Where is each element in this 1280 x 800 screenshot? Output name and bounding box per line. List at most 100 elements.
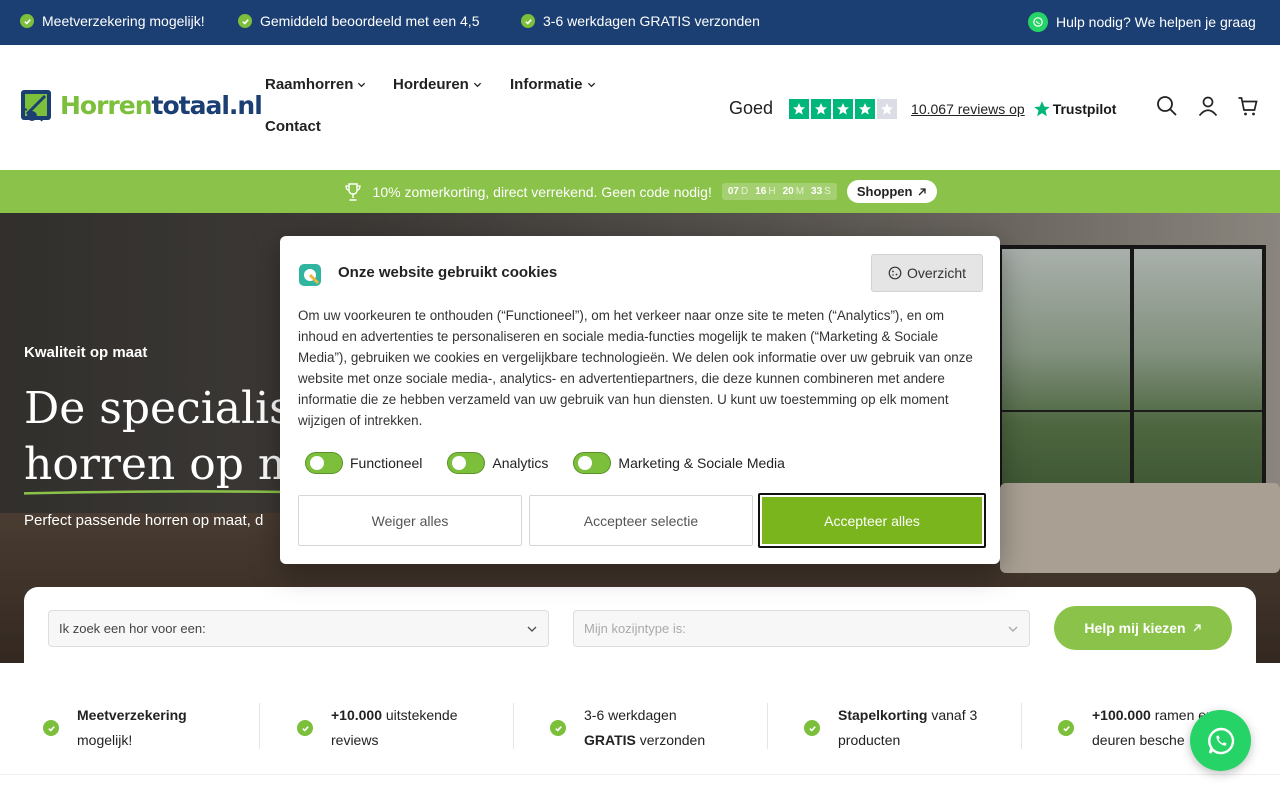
logo-text: Horrentotaal.nl — [60, 90, 263, 120]
countdown-timer: 07 D 16 H 20 M 33 S — [721, 183, 837, 200]
trophy-icon — [344, 182, 361, 201]
usp-item: +10.000 uitstekende reviews — [297, 703, 458, 753]
nav-contact-label: Contact — [265, 118, 321, 135]
toggle-marketing-group: Marketing & Sociale Media — [573, 452, 785, 474]
product-finder: Ik zoek een hor voor een: Mijn kozijntyp… — [24, 587, 1256, 663]
arrow-up-right-icon — [1193, 624, 1201, 632]
usp-item: Meetverzekering mogelijk! — [43, 703, 187, 753]
help-me-choose-button[interactable]: Help mij kiezen — [1054, 606, 1232, 650]
countdown-days: 07 D — [727, 186, 749, 197]
usp-row: Meetverzekering mogelijk! +10.000 uitstek… — [0, 663, 1280, 775]
cart-icon[interactable] — [1237, 95, 1259, 117]
trustpilot-reviews-link[interactable]: 10.067 reviews op — [911, 101, 1025, 117]
site-header: Horrentotaal.nl Raamhorren Hordeuren Inf… — [0, 45, 1280, 170]
top-usp-3: 3-6 werkdagen GRATIS verzonden — [521, 13, 760, 29]
whatsapp-icon — [1028, 12, 1048, 32]
check-icon — [1058, 720, 1074, 736]
chevron-down-icon — [358, 82, 366, 88]
usp-item: 3-6 werkdagen GRATIS verzonden — [550, 703, 705, 753]
countdown-seconds: 33 S — [811, 186, 831, 197]
nav-raamhorren-label: Raamhorren — [265, 76, 354, 93]
cookie-overview-button[interactable]: Overzicht — [871, 254, 983, 292]
nav-hordeuren-label: Hordeuren — [393, 76, 469, 93]
divider — [767, 703, 768, 749]
check-icon — [804, 720, 820, 736]
toggle-functioneel-group: Functioneel — [305, 452, 422, 474]
reject-all-button[interactable]: Weiger alles — [298, 495, 522, 546]
top-usp-1-text: Meetverzekering mogelijk! — [42, 13, 205, 29]
cookie-overview-label: Overzicht — [906, 265, 967, 281]
nav-raamhorren[interactable]: Raamhorren — [265, 76, 366, 93]
help-text: Hulp nodig? We helpen je graag — [1056, 14, 1256, 30]
nav-contact[interactable]: Contact — [265, 118, 321, 135]
star-icon — [833, 98, 854, 119]
shop-button-label: Shoppen — [856, 184, 913, 199]
toggle-functioneel-label: Functioneel — [350, 455, 423, 471]
trustpilot-rating-label: Goed — [729, 98, 774, 118]
whatsapp-chat-button[interactable] — [1190, 710, 1251, 771]
frame-type-select[interactable]: Mijn kozijntype is: — [573, 610, 1030, 647]
usp-text: 3-6 werkdagen GRATIS verzonden — [584, 707, 706, 748]
logo-text-part1: Horren — [60, 90, 153, 120]
whatsapp-icon — [1207, 727, 1234, 754]
chevron-down-icon — [473, 82, 481, 88]
cookie-brand-icon — [299, 264, 321, 286]
divider — [1021, 703, 1022, 749]
window-type-select[interactable]: Ik zoek een hor voor een: — [48, 610, 549, 647]
logo-text-part2: totaal.nl — [151, 90, 263, 120]
divider — [259, 703, 260, 749]
check-icon — [297, 720, 313, 736]
cookie-dialog-text: Om uw voorkeuren te onthouden (“Function… — [298, 308, 973, 428]
accept-all-button[interactable]: Accepteer alles — [758, 493, 986, 548]
cookie-icon — [888, 266, 902, 280]
toggle-functioneel[interactable] — [305, 452, 343, 474]
promo-text: 10% zomerkorting, direct verrekend. Geen… — [372, 183, 712, 200]
top-usp-2-text: Gemiddeld beoordeeld met een 4,5 — [260, 13, 480, 29]
toggle-analytics[interactable] — [447, 452, 486, 474]
divider — [513, 703, 514, 749]
star-icon — [855, 98, 876, 119]
logo[interactable]: Horrentotaal.nl — [18, 87, 263, 123]
countdown-minutes: 20 M — [782, 186, 805, 197]
check-icon — [43, 720, 59, 736]
hero-kicker: Kwaliteit op maat — [24, 344, 148, 361]
check-icon — [238, 14, 252, 28]
toggle-analytics-group: Analytics — [447, 452, 548, 474]
usp-text: Stapelkorting vanaf 3 producten — [838, 707, 978, 748]
arrow-up-right-icon — [918, 187, 927, 195]
top-usp-2: Gemiddeld beoordeeld met een 4,5 — [238, 13, 479, 29]
nav-informatie[interactable]: Informatie — [510, 76, 596, 93]
countdown-hours: 16 H — [755, 186, 776, 197]
frame-type-select-value: Mijn kozijntype is: — [584, 621, 686, 636]
nav-informatie-label: Informatie — [510, 76, 583, 93]
toggle-marketing-label: Marketing & Sociale Media — [618, 455, 785, 471]
cookie-dialog-title: Onze website gebruikt cookies — [338, 264, 558, 281]
check-icon — [521, 14, 535, 28]
check-icon — [550, 720, 566, 736]
nav-hordeuren[interactable]: Hordeuren — [393, 76, 482, 93]
usp-item: Stapelkorting vanaf 3 producten — [804, 703, 977, 753]
trustpilot-star-icon — [1033, 100, 1050, 116]
window-type-select-value: Ik zoek een hor voor een: — [59, 621, 206, 636]
trustpilot-brand-text: Trustpilot — [1052, 100, 1117, 117]
trustpilot-logo: Trustpilot — [1033, 100, 1117, 118]
toggle-analytics-label: Analytics — [492, 455, 549, 471]
cookie-consent-dialog: Onze website gebruikt cookies Overzicht … — [280, 236, 1000, 564]
trustpilot-widget[interactable]: Goed 10.067 reviews op Trustpilot — [729, 98, 1116, 119]
shop-button[interactable]: Shoppen — [846, 180, 938, 203]
top-usp-1: Meetverzekering mogelijk! — [20, 13, 205, 29]
check-icon — [20, 14, 34, 28]
chevron-down-icon — [527, 626, 537, 632]
accept-selection-button[interactable]: Accepteer selectie — [529, 495, 753, 546]
search-icon[interactable] — [1156, 95, 1178, 117]
account-icon[interactable] — [1197, 95, 1219, 117]
usp-text: +10.000 uitstekende reviews — [331, 707, 458, 748]
help-link[interactable]: Hulp nodig? We helpen je graag — [1028, 12, 1256, 32]
star-icon — [789, 98, 810, 119]
hero-subtitle: Perfect passende horren op maat, d — [24, 512, 264, 529]
star-icon — [811, 98, 832, 119]
star-empty-icon — [877, 98, 898, 119]
toggle-marketing[interactable] — [573, 452, 612, 474]
logo-icon — [21, 90, 51, 122]
chevron-down-icon — [1008, 626, 1018, 632]
